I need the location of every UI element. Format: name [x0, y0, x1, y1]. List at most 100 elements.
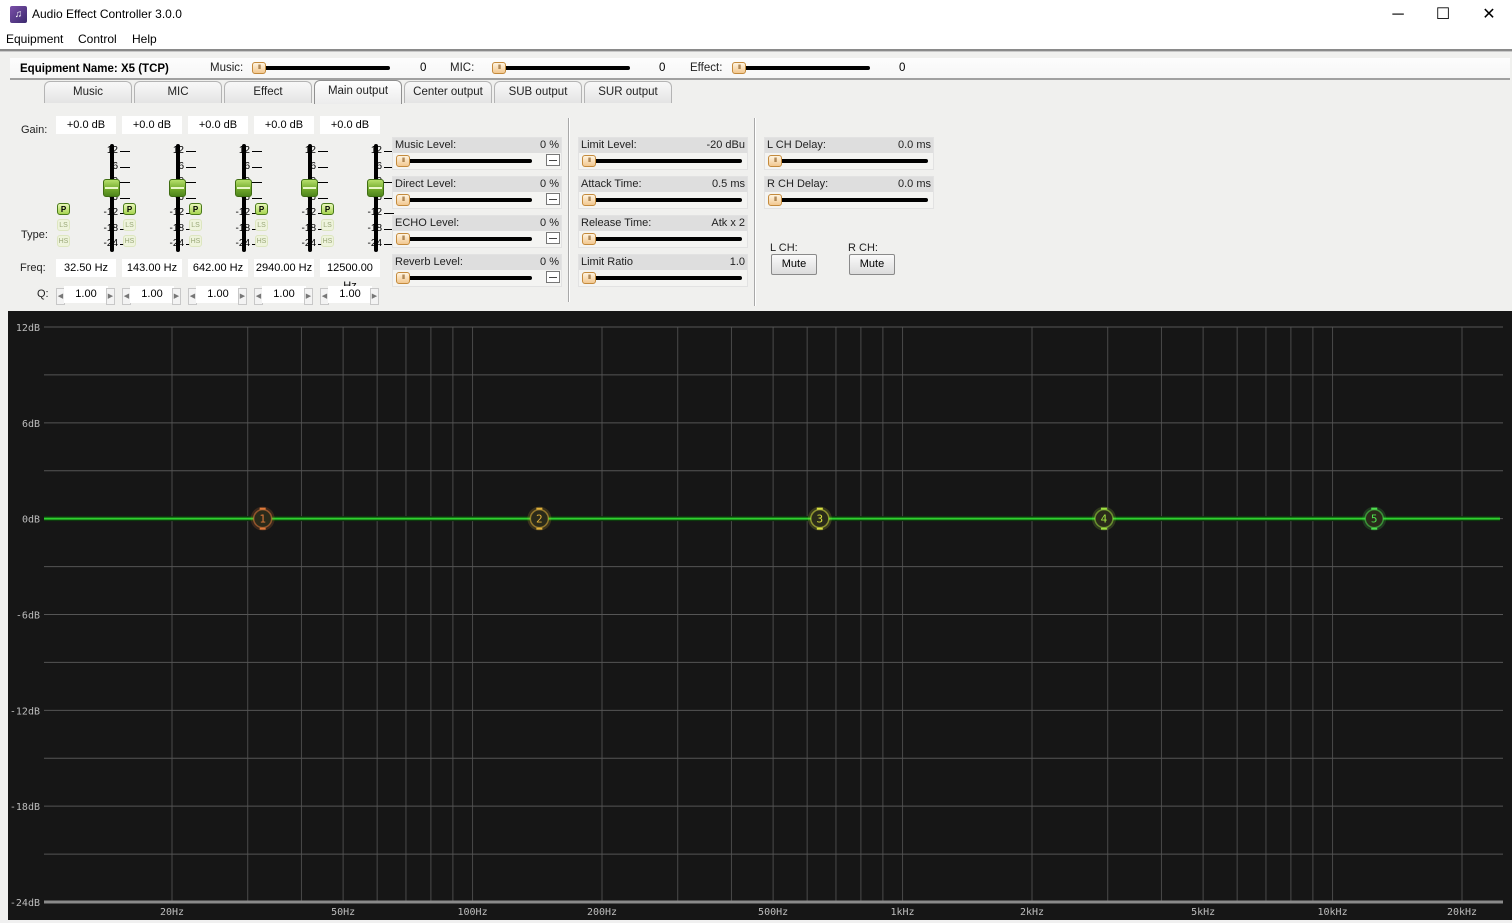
minus-icon[interactable] [546, 271, 560, 283]
band-freq-value[interactable]: 143.00 Hz [122, 259, 182, 277]
tab-main-output[interactable]: Main output [314, 80, 402, 104]
control-slider[interactable]: III [582, 272, 742, 284]
band-gain-fader[interactable]: 1260-6-12-18-24 [330, 144, 394, 252]
control-slider[interactable]: III [396, 272, 532, 284]
type-p-button[interactable]: P [123, 203, 136, 215]
control-slider[interactable]: III [582, 155, 742, 167]
band-freq-value[interactable]: 2940.00 Hz [254, 259, 314, 277]
type-hs-button[interactable]: HS [123, 235, 136, 247]
band-gain-value[interactable]: +0.0 dB [320, 116, 380, 134]
eq-band-node-5[interactable]: 5 [1362, 506, 1387, 531]
menu-equipment[interactable]: Equipment [6, 32, 63, 46]
menu-help[interactable]: Help [132, 32, 157, 46]
band-gain-fader[interactable]: 1260-6-12-18-24 [264, 144, 328, 252]
eq-band-node-1[interactable]: 1 [250, 506, 275, 531]
l-ch-mute-button[interactable]: Mute [771, 254, 817, 275]
type-ls-button[interactable]: LS [57, 219, 70, 231]
type-hs-button[interactable]: HS [321, 235, 334, 247]
slider-thumb[interactable]: III [492, 62, 506, 74]
minimize-button[interactable]: ─ [1375, 0, 1421, 30]
band-gain-fader[interactable]: 1260-6-12-18-24 [198, 144, 262, 252]
type-hs-button[interactable]: HS [255, 235, 268, 247]
slider-thumb[interactable]: III [732, 62, 746, 74]
type-ls-button[interactable]: LS [123, 219, 136, 231]
band-freq-value[interactable]: 12500.00 Hz [320, 259, 380, 292]
tab-music[interactable]: Music [44, 81, 132, 103]
q-increase-arrow-icon[interactable]: ▶ [172, 288, 181, 305]
type-p-button[interactable]: P [189, 203, 202, 215]
control-slider[interactable]: III [396, 155, 532, 167]
band-q-value[interactable]: 1.00 [64, 286, 108, 303]
type-ls-button[interactable]: LS [255, 219, 268, 231]
type-ls-button[interactable]: LS [189, 219, 202, 231]
band-gain-value[interactable]: +0.0 dB [122, 116, 182, 134]
close-button[interactable]: ✕ [1466, 0, 1512, 30]
slider-thumb[interactable]: III [582, 155, 596, 167]
band-freq-value[interactable]: 642.00 Hz [188, 259, 248, 277]
maximize-button[interactable]: ☐ [1420, 0, 1466, 30]
control-slider[interactable]: III [582, 233, 742, 245]
window-title: Audio Effect Controller 3.0.0 [32, 7, 182, 21]
menu-control[interactable]: Control [78, 32, 117, 46]
slider-thumb[interactable]: III [396, 194, 410, 206]
eq-band-node-3[interactable]: 3 [807, 506, 832, 531]
control-slider[interactable]: III [768, 194, 928, 206]
slider-thumb[interactable]: III [396, 272, 410, 284]
band-q-value[interactable]: 1.00 [196, 286, 240, 303]
music-volume-slider[interactable]: III [252, 62, 390, 74]
control-slider[interactable]: III [396, 233, 532, 245]
fader-knob[interactable] [301, 179, 318, 197]
type-ls-button[interactable]: LS [321, 219, 334, 231]
tab-effect[interactable]: Effect [224, 81, 312, 103]
q-increase-arrow-icon[interactable]: ▶ [370, 288, 379, 305]
type-hs-button[interactable]: HS [189, 235, 202, 247]
eq-response-graph[interactable]: 12dB 6dB 0dB -6dB -12dB -18dB -24dB 20Hz 50Hz 100… [8, 311, 1512, 920]
q-increase-arrow-icon[interactable]: ▶ [238, 288, 247, 305]
q-increase-arrow-icon[interactable]: ▶ [304, 288, 313, 305]
eq-band-node-2[interactable]: 2 [527, 506, 552, 531]
r-ch-mute-button[interactable]: Mute [849, 254, 895, 275]
effect-volume-slider[interactable]: III [732, 62, 870, 74]
tab-sur-output[interactable]: SUR output [584, 81, 672, 103]
slider-thumb[interactable]: III [582, 194, 596, 206]
eq-band-node-4[interactable]: 4 [1091, 506, 1116, 531]
band-q-value[interactable]: 1.00 [262, 286, 306, 303]
minus-icon[interactable] [546, 193, 560, 205]
type-p-button[interactable]: P [57, 203, 70, 215]
fader-knob[interactable] [367, 179, 384, 197]
slider-thumb[interactable]: III [768, 194, 782, 206]
control-slider[interactable]: III [396, 194, 532, 206]
band-gain-fader[interactable]: 1260-6-12-18-24 [66, 144, 130, 252]
q-increase-arrow-icon[interactable]: ▶ [106, 288, 115, 305]
control-slider[interactable]: III [768, 155, 928, 167]
band-gain-value[interactable]: +0.0 dB [56, 116, 116, 134]
tab-sub-output[interactable]: SUB output [494, 81, 582, 103]
band-q-value[interactable]: 1.00 [328, 286, 372, 303]
band-gain-fader[interactable]: 1260-6-12-18-24 [132, 144, 196, 252]
type-p-button[interactable]: P [321, 203, 334, 215]
mic-volume-slider[interactable]: III [492, 62, 630, 74]
band-freq-value[interactable]: 32.50 Hz [56, 259, 116, 277]
tab-mic[interactable]: MIC [134, 81, 222, 103]
slider-thumb[interactable]: III [768, 155, 782, 167]
fader-knob[interactable] [169, 179, 186, 197]
slider-thumb[interactable]: III [582, 272, 596, 284]
type-hs-button[interactable]: HS [57, 235, 70, 247]
band-gain-value[interactable]: +0.0 dB [188, 116, 248, 134]
minus-icon[interactable] [546, 154, 560, 166]
fader-tick-label: 6 [84, 161, 130, 173]
slider-thumb[interactable]: III [396, 155, 410, 167]
control-slider[interactable]: III [582, 194, 742, 206]
slider-thumb[interactable]: III [582, 233, 596, 245]
eq-graph-svg[interactable]: 12dB 6dB 0dB -6dB -12dB -18dB -24dB 20Hz 50Hz 100… [8, 311, 1512, 920]
fader-knob[interactable] [235, 179, 252, 197]
minus-icon[interactable] [546, 232, 560, 244]
band-q-value[interactable]: 1.00 [130, 286, 174, 303]
band-gain-value[interactable]: +0.0 dB [254, 116, 314, 134]
tab-center-output[interactable]: Center output [404, 81, 492, 103]
y-tick-label: -12dB [10, 706, 40, 717]
slider-thumb[interactable]: III [252, 62, 266, 74]
slider-thumb[interactable]: III [396, 233, 410, 245]
fader-knob[interactable] [103, 179, 120, 197]
type-p-button[interactable]: P [255, 203, 268, 215]
